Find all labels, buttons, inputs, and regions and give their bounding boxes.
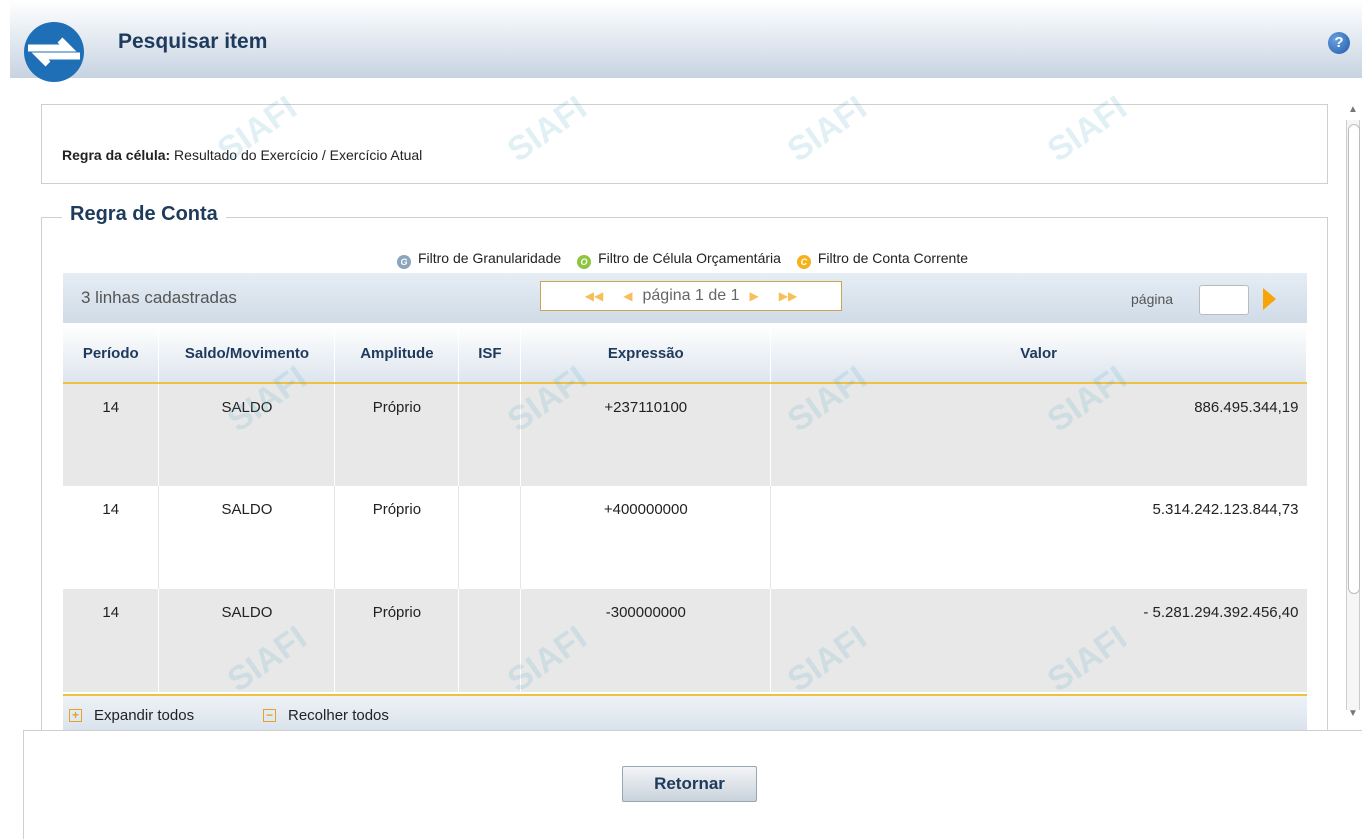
scroll-down-icon[interactable]: ▼	[1346, 708, 1360, 724]
pager: ◀◀ ◀ página 1 de 1 ▶ ▶▶	[540, 281, 842, 311]
bottom-action-bar: Retornar	[24, 730, 1362, 839]
cell-expressao: +237110100	[520, 383, 772, 486]
collapse-minus-icon: −	[263, 709, 276, 722]
table-row[interactable]: 14 SALDO Próprio -300000000 - 5.281.294.…	[63, 589, 1307, 692]
left-frame-edge	[0, 730, 24, 839]
col-header-periodo[interactable]: Período	[63, 325, 160, 384]
cell-amplitude: Próprio	[334, 589, 460, 692]
filter-label: Filtro de Célula Orçamentária	[598, 250, 781, 266]
col-header-isf[interactable]: ISF	[458, 325, 522, 384]
scroll-track[interactable]	[1346, 120, 1360, 710]
cell-rule-box: Regra da célula: Resultado do Exercício …	[41, 104, 1328, 184]
cell-valor: 5.314.242.123.844,73	[770, 486, 1307, 589]
cell-periodo: 14	[63, 589, 160, 692]
cell-amplitude: Próprio	[334, 383, 460, 486]
cell-rule-value: Resultado do Exercício / Exercício Atual	[174, 147, 423, 163]
first-page-icon[interactable]: ◀◀	[585, 289, 603, 303]
cell-expressao: +400000000	[520, 486, 772, 589]
page-title: Pesquisar item	[118, 30, 268, 53]
table-row[interactable]: 14 SALDO Próprio +400000000 5.314.242.12…	[63, 486, 1307, 589]
filter-current-account: C Filtro de Conta Corrente	[796, 250, 972, 269]
current-account-filter-icon: C	[796, 255, 811, 269]
cell-rule-text: Regra da célula: Resultado do Exercício …	[62, 147, 422, 163]
cell-isf	[458, 486, 522, 589]
table-footer-bar: + Expandir todos − Recolher todos	[63, 694, 1307, 730]
granularity-filter-icon: G	[396, 255, 411, 269]
cell-saldo-movimento: SALDO	[158, 486, 336, 589]
cell-isf	[458, 589, 522, 692]
cell-periodo: 14	[63, 383, 160, 486]
col-header-saldo-movimento[interactable]: Saldo/Movimento	[158, 325, 336, 384]
account-rule-fieldset: Regra de Conta G Filtro de Granularidade …	[41, 203, 1328, 730]
cell-saldo-movimento: SALDO	[158, 383, 336, 486]
cell-amplitude: Próprio	[334, 486, 460, 589]
prev-page-icon[interactable]: ◀	[623, 289, 632, 303]
cell-valor: - 5.281.294.392.456,40	[770, 589, 1307, 692]
filter-budget-cell: O Filtro de Célula Orçamentária	[577, 250, 785, 269]
table-header-row: Período Saldo/Movimento Amplitude ISF Ex…	[63, 325, 1307, 384]
scroll-thumb[interactable]	[1348, 124, 1360, 594]
cell-saldo-movimento: SALDO	[158, 589, 336, 692]
cell-valor: 886.495.344,19	[770, 383, 1307, 486]
row-count: 3 linhas cadastradas	[81, 288, 237, 307]
cell-expressao: -300000000	[520, 589, 772, 692]
content-area: Regra da célula: Resultado do Exercício …	[24, 80, 1344, 730]
expand-all-button[interactable]: + Expandir todos	[69, 707, 194, 724]
page-number-input[interactable]	[1199, 285, 1249, 315]
expand-plus-icon: +	[69, 709, 82, 722]
budget-cell-filter-icon: O	[577, 255, 592, 269]
filter-label: Filtro de Conta Corrente	[817, 250, 968, 266]
filter-legend: G Filtro de Granularidade O Filtro de Célu…	[42, 250, 1327, 269]
section-title: Regra de Conta	[62, 203, 226, 226]
return-button[interactable]: Retornar	[622, 766, 757, 802]
pager-text: página 1 de 1	[642, 287, 740, 304]
table-row[interactable]: 14 SALDO Próprio +237110100 886.495.344,…	[63, 383, 1307, 486]
help-icon[interactable]: ?	[1328, 32, 1350, 54]
account-rules-table: Período Saldo/Movimento Amplitude ISF Ex…	[63, 325, 1307, 692]
last-page-icon[interactable]: ▶▶	[779, 289, 797, 303]
col-header-valor[interactable]: Valor	[770, 325, 1307, 384]
siafi-logo-icon	[24, 22, 84, 82]
page-label: página	[1131, 291, 1174, 307]
filter-granularity: G Filtro de Granularidade	[396, 250, 565, 269]
header-bar: Pesquisar item ?	[10, 0, 1362, 82]
table-toolbar: 3 linhas cadastradas ◀◀ ◀ página 1 de 1 …	[63, 273, 1307, 323]
go-to-page-icon[interactable]	[1263, 288, 1276, 310]
col-header-amplitude[interactable]: Amplitude	[334, 325, 460, 384]
expand-all-label: Expandir todos	[94, 707, 195, 724]
filter-label: Filtro de Granularidade	[417, 250, 562, 266]
col-header-expressao[interactable]: Expressão	[520, 325, 772, 384]
cell-periodo: 14	[63, 486, 160, 589]
vertical-scrollbar[interactable]: ▲ ▼	[1344, 104, 1362, 724]
scroll-up-icon[interactable]: ▲	[1346, 104, 1360, 120]
cell-isf	[458, 383, 522, 486]
collapse-all-label: Recolher todos	[288, 707, 389, 724]
cell-rule-label: Regra da célula:	[62, 147, 171, 163]
collapse-all-button[interactable]: − Recolher todos	[263, 707, 389, 724]
next-page-icon[interactable]: ▶	[749, 289, 758, 303]
